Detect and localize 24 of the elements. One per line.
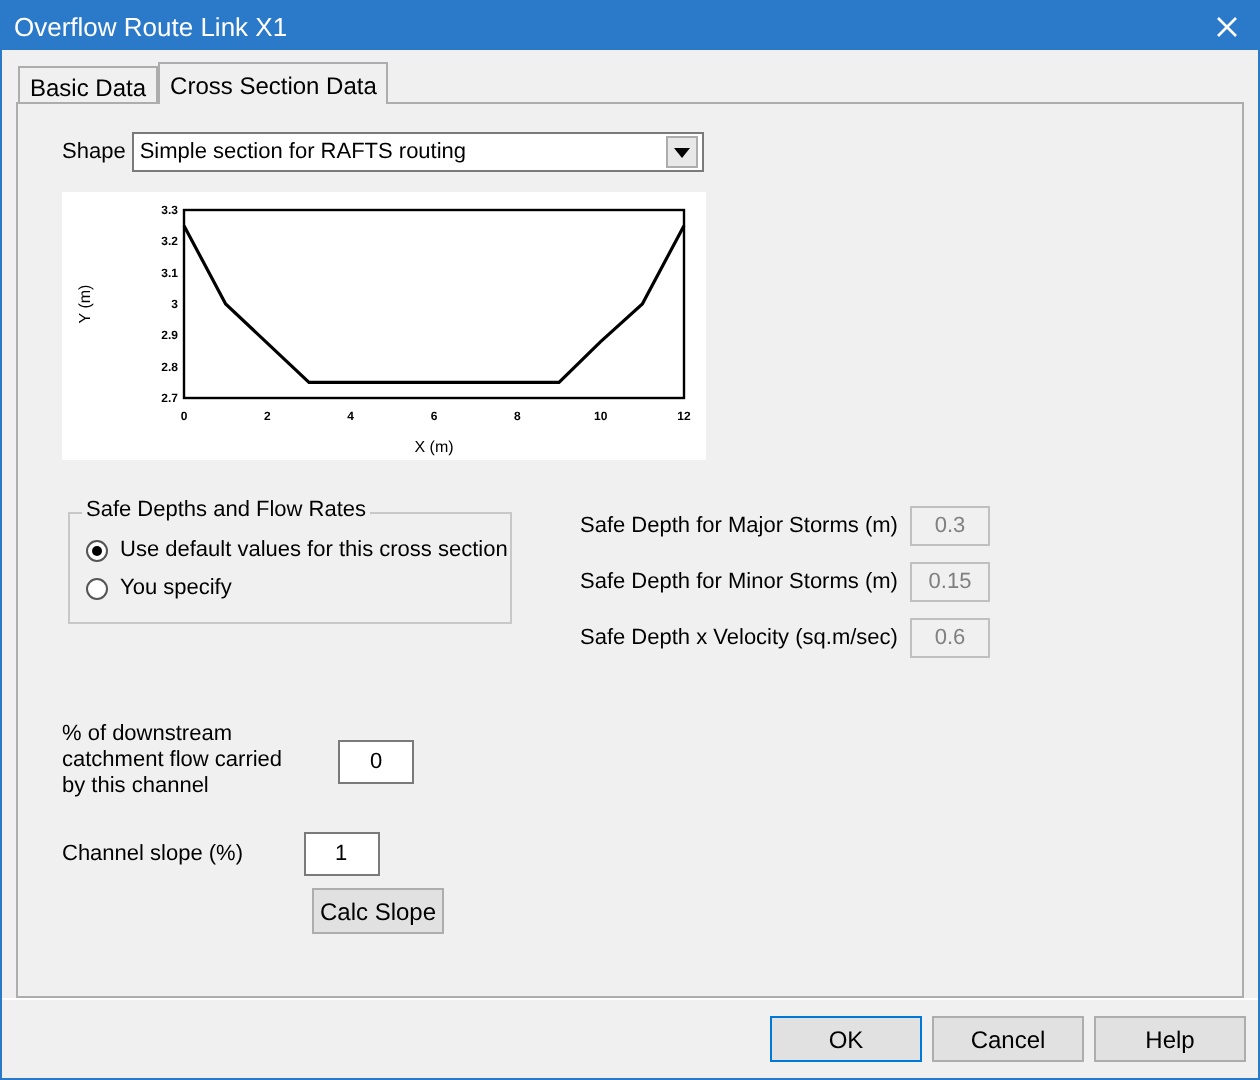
- input-field[interactable]: 0: [338, 739, 414, 783]
- radio-label: Use default values for this cross section: [120, 538, 508, 562]
- flow-label: % of downstream catchment flow carried by this channel: [62, 722, 285, 800]
- slope-label: Channel slope (%): [62, 842, 243, 866]
- dialog-button[interactable]: Help: [1094, 1016, 1246, 1062]
- tab[interactable]: Basic Data: [18, 66, 159, 102]
- input-field[interactable]: 1: [303, 832, 379, 876]
- dialog-button[interactable]: OK: [770, 1016, 922, 1062]
- dialog-button[interactable]: Cancel: [932, 1016, 1084, 1062]
- field-label: Safe Depth for Major Storms (m): [580, 514, 898, 538]
- radio-button[interactable]: [86, 577, 108, 599]
- field-label: Safe Depth for Minor Storms (m): [580, 570, 898, 594]
- window-title: Overflow Route Link X1: [14, 11, 288, 41]
- y-axis-title: Y (m): [76, 284, 94, 324]
- radio-label: You specify: [120, 576, 232, 600]
- tab[interactable]: Cross Section Data: [158, 62, 389, 104]
- field-label: Safe Depth x Velocity (sq.m/sec): [580, 626, 898, 650]
- x-axis-title: X (m): [414, 438, 454, 456]
- radio-button[interactable]: [86, 539, 108, 561]
- close-icon[interactable]: [1216, 15, 1238, 37]
- shape-label: Shape: [62, 140, 126, 164]
- group-title: Safe Depths and Flow Rates: [82, 498, 371, 522]
- shape-dropdown[interactable]: Simple section for RAFTS routing: [131, 132, 704, 172]
- calc-slope-button[interactable]: Calc Slope: [312, 888, 444, 934]
